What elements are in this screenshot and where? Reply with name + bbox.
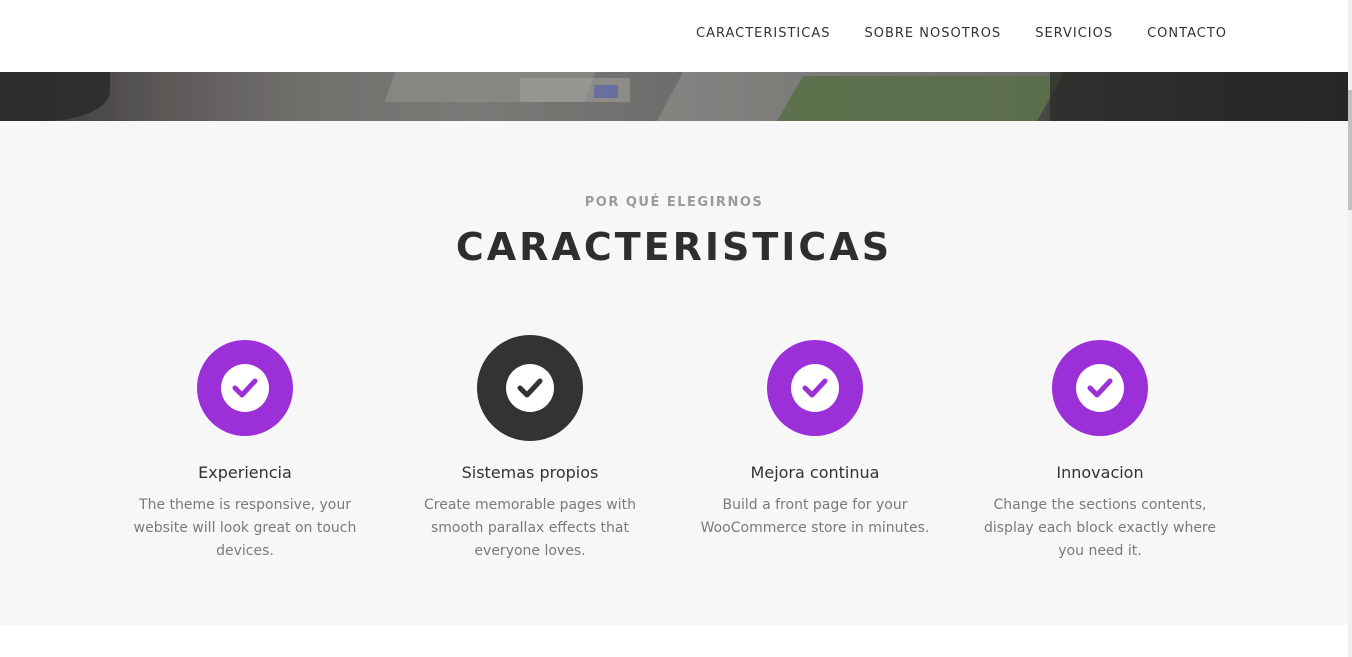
hero-image (0, 72, 1348, 121)
feature-text: Build a front page for your WooCommerce … (700, 497, 930, 536)
feature-text: Change the sections contents, display ea… (983, 497, 1216, 559)
feature-text: Create memorable pages with smooth paral… (423, 497, 636, 559)
feature-title: Experiencia (198, 463, 292, 482)
nav-link-caracteristicas[interactable]: CARACTERISTICAS (696, 26, 831, 42)
nav-link-contacto[interactable]: CONTACTO (1147, 26, 1227, 42)
features-section: POR QUÉ ELEGIRNOS CARACTERISTICAS Experi… (0, 121, 1348, 625)
section-title: CARACTERISTICAS (455, 225, 893, 269)
feature-title: Innovacion (1056, 463, 1144, 482)
nav-link-sobre-nosotros[interactable]: SOBRE NOSOTROS (865, 26, 1002, 42)
check-circle-icon (1052, 340, 1148, 436)
feature-text: The theme is responsive, your website wi… (133, 497, 357, 559)
section-kicker: POR QUÉ ELEGIRNOS (584, 195, 764, 210)
scrollbar-thumb[interactable] (1348, 90, 1352, 210)
next-section (0, 625, 1348, 657)
top-navbar: CARACTERISTICAS SOBRE NOSOTROS SERVICIOS… (0, 0, 1348, 72)
main-nav: CARACTERISTICAS SOBRE NOSOTROS SERVICIOS… (662, 26, 1227, 42)
nav-link-servicios[interactable]: SERVICIOS (1035, 26, 1113, 42)
check-circle-icon (477, 335, 583, 441)
check-circle-icon (767, 340, 863, 436)
feature-title: Mejora continua (750, 463, 880, 482)
check-circle-icon (197, 340, 293, 436)
scrollbar[interactable] (1348, 0, 1352, 657)
feature-title: Sistemas propios (461, 463, 599, 482)
